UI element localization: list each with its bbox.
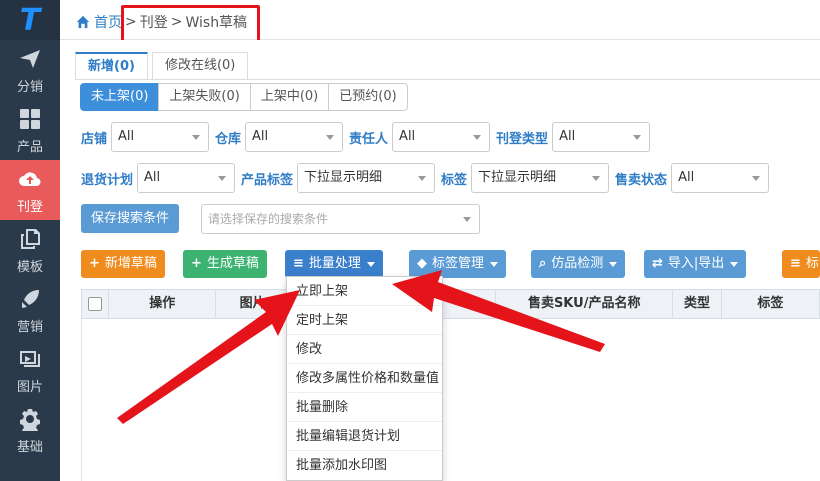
chevron-down-icon — [218, 176, 227, 181]
sidebar-item-basics[interactable]: 基础 — [0, 400, 60, 460]
home-icon — [76, 15, 90, 29]
chevron-down-icon — [366, 261, 375, 267]
return-plan-label: 退货计划 — [81, 172, 134, 188]
search-icon: ⌕ — [539, 256, 547, 271]
sidebar-item-marketing[interactable]: 营销 — [0, 280, 60, 340]
select-all-checkbox[interactable] — [88, 297, 103, 311]
menu-item-schedule-list[interactable]: 定时上架 — [287, 306, 442, 335]
menu-item-modify-variants[interactable]: 修改多属性价格和数量值 — [287, 364, 442, 393]
copy-icon — [17, 226, 43, 252]
chevron-down-icon — [633, 135, 642, 140]
paper-plane-icon — [17, 46, 43, 72]
menu-item-add-watermark[interactable]: 批量添加水印图 — [287, 451, 442, 480]
product-tag-label: 产品标签 — [241, 172, 294, 188]
breadcrumb-home[interactable]: 首页 — [76, 12, 122, 32]
menu-item-modify[interactable]: 修改 — [287, 335, 442, 364]
chevron-down-icon — [490, 261, 499, 267]
col-action: 操作 — [109, 290, 217, 318]
menu-item-batch-delete[interactable]: 批量删除 — [287, 393, 442, 422]
table-body-border — [81, 319, 82, 481]
sidebar-item-template[interactable]: 模板 — [0, 220, 60, 280]
cloud-upload-icon — [17, 166, 43, 192]
listing-type-select[interactable]: All — [552, 122, 651, 152]
generate-draft-button[interactable]: + 生成草稿 — [183, 250, 267, 278]
warehouse-label: 仓库 — [215, 131, 242, 147]
warehouse-select[interactable]: All — [245, 122, 344, 152]
subtab-listing[interactable]: 上架中(0) — [249, 83, 330, 111]
tab-new[interactable]: 新增(0) — [75, 52, 148, 79]
owner-select[interactable]: All — [392, 122, 491, 152]
chevron-down-icon — [418, 176, 427, 181]
subtab-scheduled[interactable]: 已预约(0) — [328, 83, 408, 111]
image-icon — [17, 346, 43, 372]
tag-label: 标签 — [441, 172, 468, 188]
exchange-icon: ⇄ — [652, 256, 663, 271]
col-sku-name: 售卖SKU/产品名称 — [496, 290, 674, 318]
sale-status-select[interactable]: All — [671, 163, 770, 193]
subtab-listing-failed[interactable]: 上架失败(0) — [158, 83, 251, 111]
sidebar-item-images[interactable]: 图片 — [0, 340, 60, 400]
return-plan-select[interactable]: All — [137, 163, 236, 193]
import-export-button[interactable]: ⇄ 导入|导出 — [644, 250, 747, 278]
shop-select[interactable]: All — [111, 122, 210, 152]
col-type: 类型 — [673, 290, 722, 318]
tab-divider — [75, 79, 820, 80]
grid-icon — [17, 106, 43, 132]
tab-bar: 新增(0) 修改在线(0) — [75, 52, 252, 79]
tab-modify-online[interactable]: 修改在线(0) — [151, 52, 249, 79]
batch-process-menu: 立即上架 定时上架 修改 修改多属性价格和数量值 批量删除 批量编辑退货计划 批… — [286, 276, 443, 481]
rocket-icon — [17, 286, 43, 312]
col-tag: 标签 — [757, 296, 784, 311]
chevron-down-icon — [752, 176, 761, 181]
sidebar-item-distribution[interactable]: 分销 — [0, 40, 60, 100]
batch-process-button[interactable]: ≡ 批量处理 — [285, 250, 383, 278]
chevron-down-icon — [473, 135, 482, 140]
chevron-down-icon — [592, 176, 601, 181]
chevron-down-icon — [463, 217, 471, 222]
tag-icon: ◆ — [417, 256, 427, 271]
saved-search-select[interactable]: 请选择保存的搜索条件 — [201, 204, 480, 234]
imitation-check-button[interactable]: ⌕ 仿品检测 — [531, 250, 626, 278]
app-logo[interactable]: T — [0, 0, 60, 40]
sidebar-item-product[interactable]: 产品 — [0, 100, 60, 160]
product-tag-select[interactable]: 下拉显示明细 — [297, 163, 436, 193]
filter-row-2: 退货计划 All 产品标签 下拉显示明细 标签 下拉显示明细 售卖状态 All — [81, 163, 775, 193]
list-icon: ≡ — [293, 256, 304, 271]
gear-icon — [17, 406, 43, 432]
shop-label: 店铺 — [81, 131, 108, 147]
chevron-down-icon — [326, 135, 335, 140]
menu-item-edit-return-plan[interactable]: 批量编辑退货计划 — [287, 422, 442, 451]
select-all-cell — [82, 290, 110, 318]
table-header: 操作 图片 售卖SKU/产品名称 类型 标签 — [81, 289, 820, 319]
filter-row-1: 店铺 All 仓库 All 责任人 All 刊登类型 All — [81, 122, 656, 152]
sidebar: T 分销 产品 刊登 模板 营销 图片 基础 — [0, 0, 60, 481]
plus-icon: + — [191, 256, 202, 271]
status-subtabs: 未上架(0) 上架失败(0) 上架中(0) 已预约(0) — [80, 83, 408, 111]
tag-select[interactable]: 下拉显示明细 — [471, 163, 610, 193]
more-button[interactable]: ≡ 标 — [782, 250, 820, 278]
tag-manage-button[interactable]: ◆ 标签管理 — [409, 250, 507, 278]
listing-type-label: 刊登类型 — [496, 131, 549, 147]
new-draft-button[interactable]: + 新增草稿 — [81, 250, 165, 278]
chevron-down-icon — [609, 261, 618, 267]
plus-icon: + — [89, 256, 100, 271]
subtab-not-listed[interactable]: 未上架(0) — [80, 83, 160, 111]
save-search-button[interactable]: 保存搜索条件 — [81, 204, 180, 233]
chevron-down-icon — [192, 135, 201, 140]
sidebar-item-listing[interactable]: 刊登 — [0, 160, 60, 220]
menu-item-list-now[interactable]: 立即上架 — [287, 277, 442, 306]
chevron-down-icon — [730, 261, 739, 267]
list-icon: ≡ — [790, 256, 801, 271]
col-image: 图片 — [216, 290, 291, 318]
sale-status-label: 售卖状态 — [615, 172, 668, 188]
owner-label: 责任人 — [349, 131, 389, 147]
